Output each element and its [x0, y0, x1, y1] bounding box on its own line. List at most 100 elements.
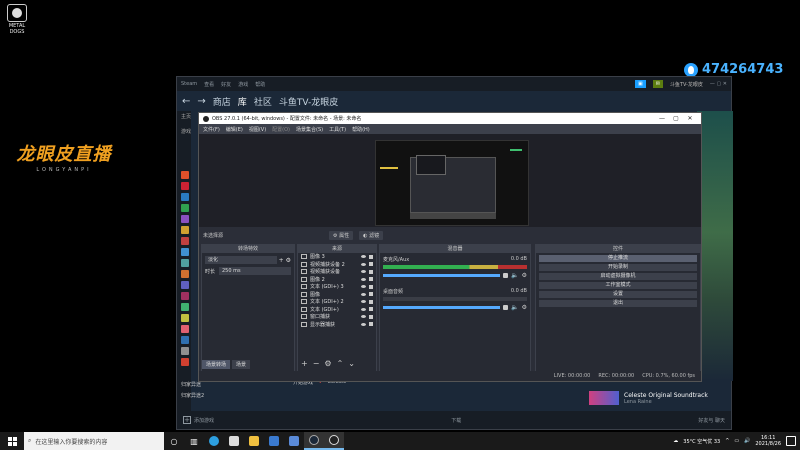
lock-icon[interactable] — [369, 292, 373, 297]
move-up-icon[interactable]: ⌃ — [337, 359, 344, 368]
source-item[interactable]: 视频捕获设备 2 — [298, 261, 376, 269]
game-icon[interactable] — [181, 336, 189, 344]
preview-canvas[interactable] — [375, 140, 529, 226]
exit-button[interactable]: 退出 — [539, 300, 697, 307]
game-icon[interactable] — [181, 358, 189, 366]
volume-slider[interactable] — [383, 306, 501, 309]
source-item[interactable]: 文本 (GDI+) 3 — [298, 283, 376, 291]
slider-knob[interactable] — [503, 273, 509, 278]
task-view-icon[interactable]: ○ — [164, 432, 184, 450]
game-icon[interactable] — [181, 215, 189, 223]
lock-icon[interactable] — [369, 277, 373, 282]
game-icon[interactable] — [181, 171, 189, 179]
source-item[interactable]: 图像 3 — [298, 253, 376, 261]
store-icon[interactable] — [224, 432, 244, 450]
file-explorer-icon[interactable] — [244, 432, 264, 450]
remove-icon[interactable]: − — [313, 359, 320, 368]
properties-button[interactable]: ⚙ 属性 — [329, 231, 354, 240]
close-icon[interactable]: ✕ — [683, 115, 697, 122]
steam-taskbar-icon[interactable] — [304, 432, 324, 450]
library-item[interactable]: 归家异途2 — [181, 390, 204, 401]
lock-icon[interactable] — [369, 269, 373, 274]
start-button[interactable] — [0, 432, 24, 450]
visibility-icon[interactable] — [361, 270, 366, 274]
notification-icon[interactable] — [786, 436, 796, 446]
game-icon[interactable] — [181, 248, 189, 256]
speaker-icon[interactable]: 🔈 — [511, 304, 518, 311]
steam-account-name[interactable]: 斗鱼TV-龙眼皮 — [670, 81, 703, 88]
menu-edit[interactable]: 编辑(E) — [226, 126, 243, 133]
source-item[interactable]: 窗口捕获 — [298, 313, 376, 321]
gear-icon[interactable]: ⚙ — [522, 304, 527, 311]
visibility-icon[interactable] — [361, 300, 366, 304]
downloads-button[interactable]: 下载 — [214, 417, 698, 424]
tray-arrow-icon[interactable]: ^ — [725, 438, 729, 444]
mail-icon[interactable] — [264, 432, 284, 450]
slider-knob[interactable] — [503, 305, 509, 310]
visibility-icon[interactable] — [361, 315, 366, 319]
gear-icon[interactable]: ⚙ — [286, 257, 291, 264]
edge-icon[interactable] — [204, 432, 224, 450]
steam-menu-games[interactable]: 游戏 — [238, 81, 248, 88]
minimize-icon[interactable]: — — [655, 115, 669, 122]
nav-library[interactable]: 库 — [238, 95, 247, 108]
obs-preview-area[interactable] — [199, 134, 701, 227]
add-game-button[interactable]: 添加游戏 — [194, 417, 214, 424]
notification-button[interactable]: ✉ — [652, 80, 663, 88]
game-icon[interactable] — [181, 182, 189, 190]
sidebar-item-games[interactable]: 游戏 — [177, 126, 191, 141]
lock-icon[interactable] — [369, 254, 373, 259]
weather-text[interactable]: 35°C 空气优 33 — [683, 438, 720, 445]
start-recording-button[interactable]: 开始录制 — [539, 264, 697, 271]
desktop-icon-metal-dogs[interactable]: METAL DOGS — [4, 4, 30, 35]
window-controls[interactable]: — ▢ ✕ — [710, 81, 727, 87]
transition-select[interactable]: 淡化 — [205, 256, 277, 264]
lock-icon[interactable] — [369, 314, 373, 319]
source-item[interactable]: 视频捕获设备 — [298, 268, 376, 276]
game-icon[interactable] — [181, 270, 189, 278]
menu-profile[interactable]: 配置(O) — [272, 126, 290, 133]
game-icon[interactable] — [181, 259, 189, 267]
lock-icon[interactable] — [369, 262, 373, 267]
studio-mode-button[interactable]: 工作室模式 — [539, 282, 697, 289]
source-item[interactable]: 图像 — [298, 291, 376, 299]
back-arrow-icon[interactable]: ← — [182, 96, 190, 107]
steam-menu-view[interactable]: 查看 — [204, 81, 214, 88]
broadcast-button[interactable]: ▣ — [634, 80, 646, 88]
menu-help[interactable]: 帮助(H) — [352, 126, 370, 133]
visibility-icon[interactable] — [361, 255, 366, 259]
filters-button[interactable]: ◐ 滤镜 — [359, 231, 384, 240]
source-item[interactable]: 显示器捕获 — [298, 321, 376, 329]
steam-menu-friends[interactable]: 好友 — [221, 81, 231, 88]
virtual-camera-button[interactable]: 启动虚拟摄像机 — [539, 273, 697, 280]
steam-menu-steam[interactable]: Steam — [181, 81, 197, 87]
gear-icon[interactable]: ⚙ — [522, 272, 527, 279]
game-icon[interactable] — [181, 193, 189, 201]
game-icon[interactable] — [181, 204, 189, 212]
tab-scenes[interactable]: 场景 — [232, 360, 251, 369]
visibility-icon[interactable] — [361, 307, 366, 311]
nav-store[interactable]: 商店 — [213, 95, 231, 108]
app-icon[interactable] — [284, 432, 304, 450]
visibility-icon[interactable] — [361, 322, 366, 326]
soundtrack-card[interactable]: Celeste Original Soundtrack Lena Raine — [589, 391, 708, 405]
nav-user[interactable]: 斗鱼TV-龙眼皮 — [279, 95, 338, 108]
lock-icon[interactable] — [369, 299, 373, 304]
lock-icon[interactable] — [369, 322, 373, 327]
source-item[interactable]: 文本 (GDI+) 2 — [298, 298, 376, 306]
game-icon[interactable] — [181, 226, 189, 234]
speaker-icon[interactable]: 🔈 — [511, 272, 518, 279]
visibility-icon[interactable] — [361, 262, 366, 266]
add-icon[interactable]: + — [301, 359, 308, 368]
taskbar-search[interactable]: ⌕ 在这里输入你要搜索的内容 — [24, 432, 164, 450]
menu-view[interactable]: 视图(V) — [249, 126, 266, 133]
settings-button[interactable]: 设置 — [539, 291, 697, 298]
game-icon[interactable] — [181, 281, 189, 289]
sidebar-item-home[interactable]: 主页 — [177, 111, 191, 126]
menu-scene-collection[interactable]: 场景集合(S) — [296, 126, 323, 133]
visibility-icon[interactable] — [361, 292, 366, 296]
menu-file[interactable]: 文件(F) — [203, 126, 220, 133]
visibility-icon[interactable] — [361, 285, 366, 289]
game-icon[interactable] — [181, 303, 189, 311]
gear-icon[interactable]: ⚙ — [324, 359, 331, 368]
